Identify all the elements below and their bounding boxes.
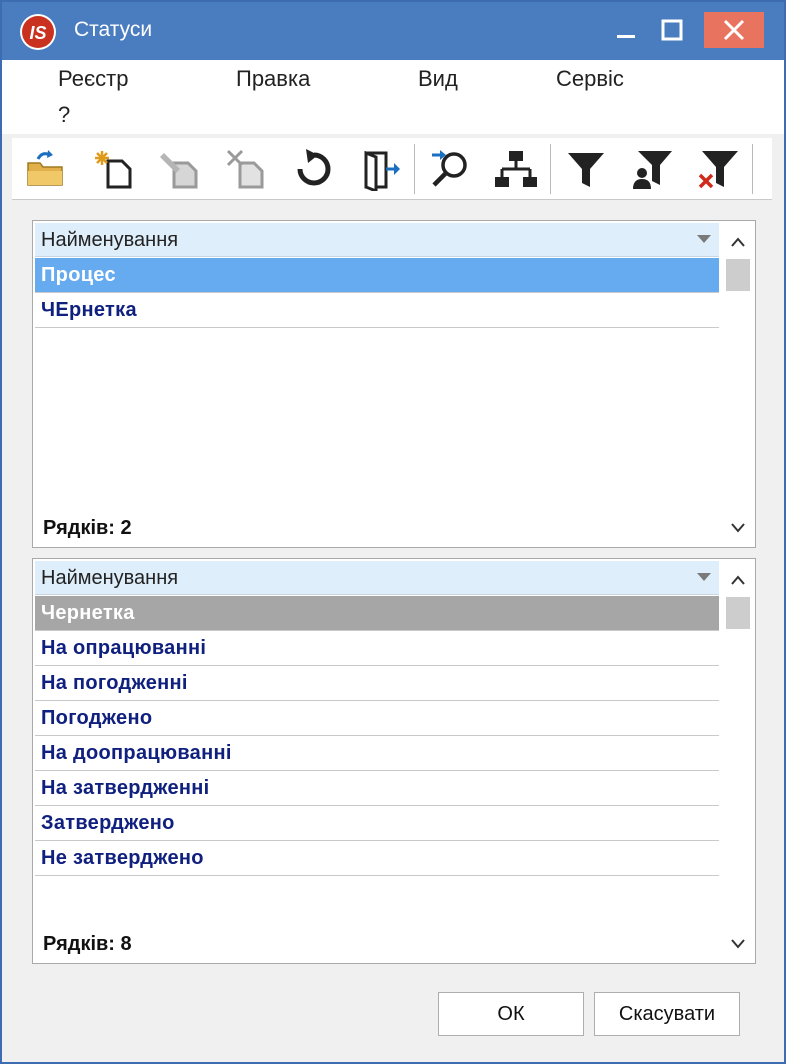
clear-filter-icon xyxy=(698,151,738,189)
refresh-icon xyxy=(297,149,331,186)
chevron-down-icon xyxy=(731,939,745,949)
scroll-up-button[interactable] xyxy=(723,565,753,595)
chevron-up-icon xyxy=(731,237,745,247)
column-dropdown-icon[interactable] xyxy=(697,235,711,243)
statuses-window: IS Статуси Реєстр Правка Вид Сервіс ? На… xyxy=(0,0,786,1064)
open-folder-icon xyxy=(27,150,63,186)
close-button[interactable] xyxy=(704,12,764,48)
statuses-grid[interactable]: Найменування Чернетка На опрацюванні На … xyxy=(32,558,756,964)
ok-button[interactable]: ОК xyxy=(438,992,584,1036)
table-row[interactable]: Погоджено xyxy=(35,701,719,736)
clear-filter-button[interactable] xyxy=(690,142,746,196)
open-button[interactable] xyxy=(18,142,74,196)
table-row[interactable]: ЧЕрнетка xyxy=(35,293,719,328)
user-filter-icon xyxy=(633,151,672,189)
is-logo-icon: IS xyxy=(20,14,56,50)
search-button[interactable] xyxy=(422,142,478,196)
table-row[interactable]: На опрацюванні xyxy=(35,631,719,666)
toolbar xyxy=(12,138,772,200)
menu-item-view[interactable]: Вид xyxy=(418,66,458,92)
table-row[interactable]: Чернетка xyxy=(35,596,719,631)
menu-item-service[interactable]: Сервіс xyxy=(556,66,624,92)
processes-grid[interactable]: Найменування Процес ЧЕрнетка Рядків: 2 xyxy=(32,220,756,548)
menu-item-registry[interactable]: Реєстр xyxy=(58,66,128,92)
user-filter-button[interactable] xyxy=(624,142,680,196)
table-row[interactable]: На погодженні xyxy=(35,666,719,701)
scroll-down-button[interactable] xyxy=(723,513,753,543)
maximize-icon xyxy=(661,19,683,41)
refresh-button[interactable] xyxy=(286,142,342,196)
vertical-scrollbar[interactable] xyxy=(723,561,753,961)
column-header-label: Найменування xyxy=(41,567,179,589)
column-header-label: Найменування xyxy=(41,229,179,251)
chevron-up-icon xyxy=(731,575,745,585)
toolbar-separator xyxy=(414,144,415,194)
column-dropdown-icon[interactable] xyxy=(697,573,711,581)
hierarchy-button[interactable] xyxy=(488,142,544,196)
new-document-icon xyxy=(95,151,132,189)
toolbar-separator xyxy=(752,144,753,194)
table-row[interactable]: Не затверджено xyxy=(35,841,719,876)
row-count-label: Рядків: 8 xyxy=(43,933,132,955)
column-header-name[interactable]: Найменування xyxy=(35,561,719,595)
edit-document-icon xyxy=(160,153,198,189)
menu-item-help[interactable]: ? xyxy=(58,102,70,128)
edit-button[interactable] xyxy=(152,142,208,196)
window-title: Статуси xyxy=(74,18,153,41)
hierarchy-icon xyxy=(495,151,537,187)
minimize-icon xyxy=(617,35,635,38)
filter-button[interactable] xyxy=(558,142,614,196)
chevron-down-icon xyxy=(731,523,745,533)
exit-button[interactable] xyxy=(352,142,408,196)
maximize-button[interactable] xyxy=(652,12,692,48)
cancel-button[interactable]: Скасувати xyxy=(594,992,740,1036)
scroll-thumb[interactable] xyxy=(726,259,750,291)
new-button[interactable] xyxy=(86,142,142,196)
scroll-up-button[interactable] xyxy=(723,227,753,257)
row-count-label: Рядків: 2 xyxy=(43,517,132,539)
title-bar[interactable]: IS Статуси xyxy=(2,2,784,60)
exit-icon xyxy=(364,150,400,191)
table-row[interactable]: На затвердженні xyxy=(35,771,719,806)
column-header-name[interactable]: Найменування xyxy=(35,223,719,257)
vertical-scrollbar[interactable] xyxy=(723,223,753,545)
menu-bar: Реєстр Правка Вид Сервіс ? xyxy=(2,60,784,134)
filter-icon xyxy=(568,153,604,187)
table-row[interactable]: Процес xyxy=(35,258,719,293)
minimize-button[interactable] xyxy=(606,12,646,48)
close-icon xyxy=(723,19,745,41)
scroll-down-button[interactable] xyxy=(723,929,753,959)
menu-item-edit[interactable]: Правка xyxy=(236,66,310,92)
delete-button[interactable] xyxy=(218,142,274,196)
svg-text:IS: IS xyxy=(29,23,46,43)
delete-document-icon xyxy=(226,149,264,189)
toolbar-separator xyxy=(550,144,551,194)
table-row[interactable]: Затверджено xyxy=(35,806,719,841)
scroll-thumb[interactable] xyxy=(726,597,750,629)
search-icon xyxy=(432,150,467,187)
table-row[interactable]: На доопрацюванні xyxy=(35,736,719,771)
